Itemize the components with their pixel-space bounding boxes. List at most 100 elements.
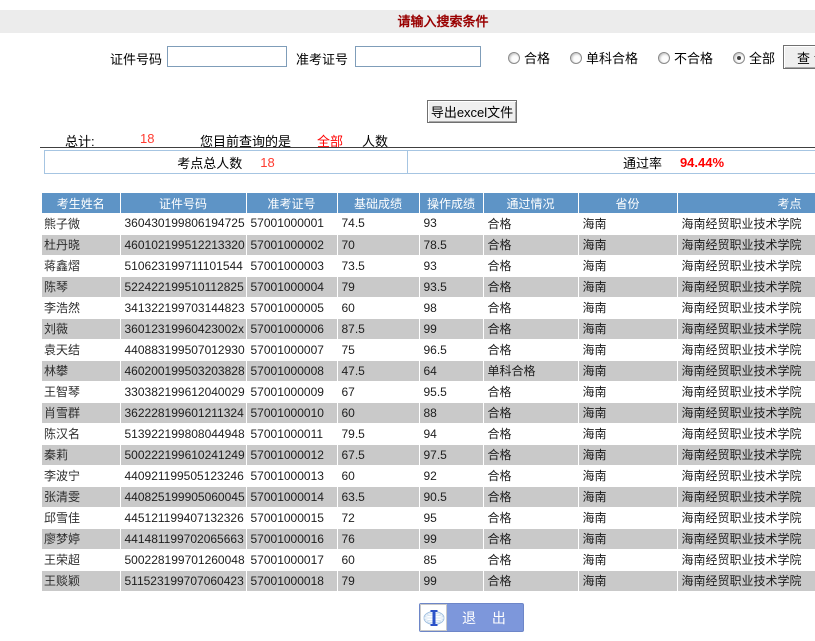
radio-pass[interactable]: 合格 bbox=[508, 48, 550, 67]
cell-candidate-name: 杜丹晓 bbox=[42, 234, 120, 255]
cell-ticket-number: 57001000010 bbox=[246, 402, 337, 423]
radio-pass-control[interactable] bbox=[508, 52, 520, 64]
cell-ticket-number: 57001000004 bbox=[246, 276, 337, 297]
cell-pass-status: 合格 bbox=[483, 486, 578, 507]
cell-test-site: 海南经贸职业技术学院 bbox=[677, 360, 815, 381]
cell-test-site: 海南经贸职业技术学院 bbox=[677, 465, 815, 486]
cell-id-number: 441481199702065663 bbox=[120, 528, 246, 549]
cell-operation-score: 99 bbox=[419, 318, 483, 339]
cell-id-number: 460200199503203828 bbox=[120, 360, 246, 381]
table-row: 秦莉5002221996102412495700100001267.597.5合… bbox=[42, 444, 815, 465]
cell-test-site: 海南经贸职业技术学院 bbox=[677, 507, 815, 528]
exit-button[interactable]: 退 出 bbox=[419, 603, 524, 632]
query-button[interactable]: 查询 bbox=[783, 45, 815, 69]
cell-candidate-name: 陈汉名 bbox=[42, 423, 120, 444]
cell-test-site: 海南经贸职业技术学院 bbox=[677, 570, 815, 591]
table-row: 邱雪佳445121199407132326570010000157295合格海南… bbox=[42, 507, 815, 528]
result-filter-radio-group: 合格 单科合格 不合格 全部 bbox=[508, 48, 789, 67]
cell-id-number: 362228199601211324 bbox=[120, 402, 246, 423]
radio-all-control[interactable] bbox=[733, 52, 745, 64]
table-row: 王赕颖511523199707060423570010000187999合格海南… bbox=[42, 570, 815, 591]
cell-province: 海南 bbox=[578, 318, 677, 339]
radio-pass-label: 合格 bbox=[524, 48, 550, 67]
cell-pass-status: 合格 bbox=[483, 402, 578, 423]
cell-test-site: 海南经贸职业技术学院 bbox=[677, 255, 815, 276]
table-row: 李波宁440921199505123246570010000136092合格海南… bbox=[42, 465, 815, 486]
column-header-7: 考点 bbox=[677, 193, 815, 213]
cell-id-number: 513922199808044948 bbox=[120, 423, 246, 444]
cell-basic-score: 47.5 bbox=[337, 360, 419, 381]
table-row: 蒋鑫熠5106231997111015445700100000373.593合格… bbox=[42, 255, 815, 276]
cell-pass-status: 合格 bbox=[483, 570, 578, 591]
exam-results-page: 请输入搜索条件 证件号码 准考证号 合格单科合格不合格全部 查询 导出excel… bbox=[0, 0, 815, 641]
search-form: 证件号码 准考证号 合格单科合格不合格全部 查询 bbox=[0, 45, 815, 69]
cell-province: 海南 bbox=[578, 465, 677, 486]
site-total-value: 18 bbox=[260, 155, 274, 170]
column-header-1: 证件号码 bbox=[120, 193, 246, 213]
cell-basic-score: 87.5 bbox=[337, 318, 419, 339]
cell-id-number: 360430199806194725 bbox=[120, 213, 246, 234]
radio-all[interactable]: 全部 bbox=[733, 48, 775, 67]
cell-operation-score: 94 bbox=[419, 423, 483, 444]
cell-province: 海南 bbox=[578, 360, 677, 381]
cell-operation-score: 93 bbox=[419, 213, 483, 234]
cell-province: 海南 bbox=[578, 234, 677, 255]
cell-operation-score: 85 bbox=[419, 549, 483, 570]
ticket-number-input[interactable] bbox=[355, 46, 481, 67]
cell-id-number: 36012319960423002x bbox=[120, 318, 246, 339]
cell-test-site: 海南经贸职业技术学院 bbox=[677, 276, 815, 297]
cell-id-number: 440825199905060045 bbox=[120, 486, 246, 507]
cell-ticket-number: 57001000001 bbox=[246, 213, 337, 234]
radio-fail[interactable]: 不合格 bbox=[658, 48, 713, 67]
cell-test-site: 海南经贸职业技术学院 bbox=[677, 381, 815, 402]
table-row: 熊子微3604301998061947255700100000174.593合格… bbox=[42, 213, 815, 234]
cell-id-number: 510623199711101544 bbox=[120, 255, 246, 276]
radio-fail-control[interactable] bbox=[658, 52, 670, 64]
totals-line: 总计: 18 您目前查询的是 全部 人数 bbox=[40, 131, 815, 148]
cell-operation-score: 99 bbox=[419, 570, 483, 591]
cell-province: 海南 bbox=[578, 549, 677, 570]
cell-test-site: 海南经贸职业技术学院 bbox=[677, 486, 815, 507]
id-number-input[interactable] bbox=[167, 46, 287, 67]
cell-basic-score: 75 bbox=[337, 339, 419, 360]
globe-icon bbox=[420, 604, 447, 631]
cell-province: 海南 bbox=[578, 528, 677, 549]
cell-test-site: 海南经贸职业技术学院 bbox=[677, 339, 815, 360]
cell-candidate-name: 陈琴 bbox=[42, 276, 120, 297]
pass-rate-value: 94.44% bbox=[680, 155, 724, 170]
export-excel-button[interactable]: 导出excel文件 bbox=[427, 100, 517, 123]
cell-test-site: 海南经贸职业技术学院 bbox=[677, 402, 815, 423]
table-row: 张清雯4408251999050600455700100001463.590.5… bbox=[42, 486, 815, 507]
cell-pass-status: 合格 bbox=[483, 381, 578, 402]
table-row: 杜丹晓460102199512213320570010000027078.5合格… bbox=[42, 234, 815, 255]
current-query-label: 您目前查询的是 bbox=[200, 131, 291, 150]
cell-province: 海南 bbox=[578, 570, 677, 591]
radio-single-subject-pass-control[interactable] bbox=[570, 52, 582, 64]
cell-pass-status: 合格 bbox=[483, 528, 578, 549]
results-table: 考生姓名证件号码准考证号基础成绩操作成绩通过情况省份考点 熊子微36043019… bbox=[42, 193, 815, 592]
search-title-bar: 请输入搜索条件 bbox=[0, 10, 815, 33]
radio-all-label: 全部 bbox=[749, 48, 775, 67]
cell-pass-status: 合格 bbox=[483, 507, 578, 528]
column-header-3: 基础成绩 bbox=[337, 193, 419, 213]
cell-candidate-name: 秦莉 bbox=[42, 444, 120, 465]
total-count: 18 bbox=[140, 131, 154, 146]
current-filter-value: 全部 bbox=[317, 131, 343, 150]
table-row: 李浩然341322199703144823570010000056098合格海南… bbox=[42, 297, 815, 318]
cell-candidate-name: 熊子微 bbox=[42, 213, 120, 234]
table-row: 王智琴330382199612040029570010000096795.5合格… bbox=[42, 381, 815, 402]
table-row: 廖梦婷441481199702065663570010000167699合格海南… bbox=[42, 528, 815, 549]
radio-single-subject-pass[interactable]: 单科合格 bbox=[570, 48, 638, 67]
cell-basic-score: 60 bbox=[337, 402, 419, 423]
cell-province: 海南 bbox=[578, 213, 677, 234]
cell-candidate-name: 刘薇 bbox=[42, 318, 120, 339]
cell-ticket-number: 57001000002 bbox=[246, 234, 337, 255]
cell-operation-score: 93 bbox=[419, 255, 483, 276]
cell-id-number: 500228199701260048 bbox=[120, 549, 246, 570]
cell-pass-status: 合格 bbox=[483, 276, 578, 297]
cell-operation-score: 98 bbox=[419, 297, 483, 318]
cell-pass-status: 合格 bbox=[483, 297, 578, 318]
cell-id-number: 500222199610241249 bbox=[120, 444, 246, 465]
cell-candidate-name: 肖雪群 bbox=[42, 402, 120, 423]
id-number-label: 证件号码 bbox=[110, 49, 162, 68]
